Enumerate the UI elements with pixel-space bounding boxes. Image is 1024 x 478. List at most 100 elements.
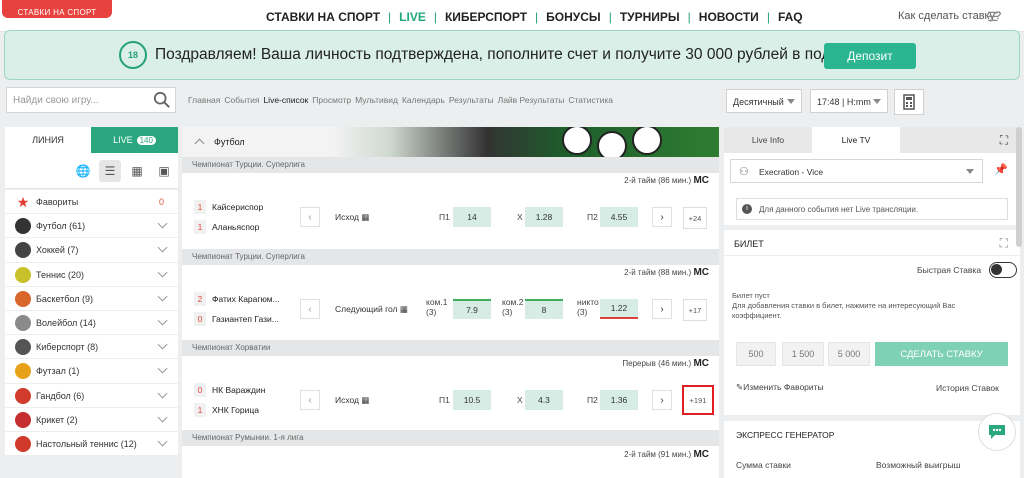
odd-button[interactable]: 1.22 [600,299,638,319]
search-input[interactable] [7,88,147,112]
sidebar-item-sport[interactable]: Киберспорт (8) [5,335,178,360]
next-market-button[interactable]: › [652,299,672,319]
sidebar-item-sport[interactable]: Теннис (20) [5,263,178,287]
tab-live-info[interactable]: Live Info [724,127,812,153]
calculator-button[interactable] [894,89,924,115]
chevron-down-icon[interactable] [157,242,168,253]
crumb-results[interactable]: Результаты [449,95,494,105]
chevron-down-icon[interactable] [157,218,168,229]
nav-faq[interactable]: FAQ [770,10,811,24]
chevron-down-icon[interactable] [157,363,168,374]
sport-header[interactable]: Футбол [182,127,719,157]
odd-button[interactable]: 1.28 [525,207,563,227]
sidebar-item-sport[interactable]: Крикет (2) [5,408,178,432]
quick-bet-toggle[interactable] [989,262,1017,278]
crumb-view[interactable]: Просмотр [312,95,351,105]
odd-button[interactable]: 7.9 [453,299,491,319]
make-bet-button[interactable]: СДЕЛАТЬ СТАВКУ [875,342,1008,366]
stake-preset-button[interactable]: 5 000 [828,342,870,366]
chevron-down-icon[interactable] [157,267,168,278]
sidebar-item-sport[interactable]: Гандбол (6) [5,384,178,408]
time-format-select[interactable]: 17:48 | H:mm [810,89,888,113]
match-row[interactable]: 1 Кайсериспор 1 Аланьяспор ‹ Исход ▦ П1 14… [182,193,719,245]
more-markets-button[interactable]: +191 [682,385,714,415]
odd-button[interactable]: 1.36 [600,390,638,410]
crumb-live-list[interactable]: Live-список [263,95,308,105]
empty-slip-text: Для добавления ставки в билет, нажмите н… [732,301,956,320]
crumb-events[interactable]: События [224,95,259,105]
odd-button[interactable]: 4.55 [600,207,638,227]
crumb-calendar[interactable]: Календарь [402,95,445,105]
nav-live[interactable]: LIVE [391,10,434,24]
crumb-statistics[interactable]: Статистика [568,95,613,105]
odd-button[interactable]: 14 [453,207,491,227]
line-live-tabs: ЛИНИЯ LIVE 140 [5,127,178,153]
nav-esports[interactable]: КИБЕРСПОРТ [437,10,535,24]
scrollbar[interactable] [1016,127,1022,247]
next-market-button[interactable]: › [652,207,672,227]
chevron-down-icon[interactable] [157,339,168,350]
pin-icon[interactable]: 📌 [994,163,1008,176]
sidebar-item-sport[interactable]: Волейбол (14) [5,311,178,336]
bet-slip-title: БИЛЕТ ⛶ [724,230,1020,256]
grid-view-icon[interactable]: ▦ [126,160,148,182]
score2: 0 [194,312,206,326]
expand-icon[interactable]: ⛶ [1000,236,1008,251]
stake-preset-button[interactable]: 1 500 [782,342,824,366]
hockey-puck-icon [15,242,31,259]
bet-history-link[interactable]: История Ставок [936,383,999,393]
crumb-live-results[interactable]: Лайв Результаты [498,95,565,105]
stats-icon[interactable]: ▦ [361,395,369,405]
sidebar-item-sport[interactable]: Баскетбол (9) [5,287,178,311]
edit-favorites-link[interactable]: ✎Изменить Фавориты [736,382,824,393]
stats-icon[interactable]: ▦ [361,212,369,222]
list-view-icon[interactable]: ☰ [99,160,121,182]
deposit-button[interactable]: Депозит [824,43,916,69]
stats-icon[interactable]: ▦ [400,304,408,314]
tv-icon[interactable]: ▣ [153,160,175,182]
next-market-button[interactable]: › [652,390,672,410]
stream-select[interactable]: ⚇ Execration - Vice [730,159,983,183]
tab-line[interactable]: ЛИНИЯ [5,127,91,153]
odds-format-select[interactable]: Десятичный [726,89,802,113]
soccer-ball-icon [15,218,31,235]
tab-live[interactable]: LIVE 140 [91,127,178,153]
odd-button[interactable]: 8 [525,299,563,319]
chevron-up-icon[interactable] [194,138,205,149]
sidebar-item-sport[interactable]: Футзал (1) [5,359,178,384]
chevron-down-icon[interactable] [157,412,168,423]
logo[interactable]: СТАВКИ НА СПОРТ [2,0,112,18]
more-markets-button[interactable]: +17 [683,299,707,321]
prev-market-button[interactable]: ‹ [300,207,320,227]
search-icon[interactable] [153,91,171,109]
prev-market-button[interactable]: ‹ [300,390,320,410]
globe-icon[interactable]: 🌐 [72,160,94,182]
more-markets-button[interactable]: +24 [683,207,707,229]
how-to-bet-link[interactable]: Как сделать ставку? [898,10,1001,22]
match-row[interactable]: 0 НК Вараждин 1 ХНК Горица ‹ Исход ▦ П1 10… [182,376,719,428]
prev-market-button[interactable]: ‹ [300,299,320,319]
odd-button[interactable]: 4.3 [525,390,563,410]
chat-button[interactable] [978,413,1016,451]
nav-sports[interactable]: СТАВКИ НА СПОРТ [258,10,388,24]
chevron-down-icon[interactable] [157,436,168,447]
stake-preset-button[interactable]: 500 [736,342,776,366]
crumb-multiview[interactable]: Мультивид [355,95,398,105]
sidebar-item-sport[interactable]: Хоккей (7) [5,238,178,263]
championship-header[interactable]: Чемпионат Румынии. 1-я лига [182,430,719,446]
chevron-down-icon[interactable] [157,388,168,398]
crumb-home[interactable]: Главная [188,95,220,105]
nav-tournaments[interactable]: ТУРНИРЫ [612,10,688,24]
chevron-down-icon[interactable] [157,291,168,302]
sidebar-item-sport[interactable]: Настольный теннис (12) [5,432,178,457]
nav-bonuses[interactable]: БОНУСЫ [538,10,609,24]
match-row[interactable]: 2 Фатих Карагюм... 0 Газиантеп Гази... ‹ С… [182,285,719,337]
help-menu-icon[interactable]: ☰ [987,9,999,25]
sidebar-item-sport[interactable]: ★ Фавориты 0 [5,190,178,215]
sidebar-item-sport[interactable]: Футбол (61) [5,214,178,239]
chevron-down-icon[interactable] [157,315,168,326]
tab-live-tv[interactable]: Live TV [812,127,900,153]
odd-button[interactable]: 10.5 [453,390,491,410]
expand-icon[interactable]: ⛶ [992,127,1016,153]
nav-news[interactable]: НОВОСТИ [691,10,767,24]
